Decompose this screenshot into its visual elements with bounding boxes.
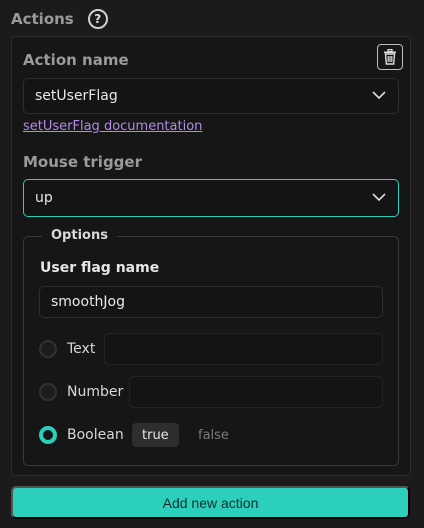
radio-boolean-label: Boolean [67,427,124,443]
options-legend: Options [42,228,117,243]
trash-icon [384,49,396,65]
radio-text-label: Text [67,341,96,357]
question-circle-icon[interactable]: ? [87,9,108,29]
mouse-trigger-value: up [35,190,53,206]
chevron-down-icon [372,91,386,100]
boolean-false-option[interactable]: false [198,428,229,443]
user-flag-name-input[interactable]: smoothJog [39,286,383,318]
action-card: Action name setUserFlag setUserFlag docu… [11,36,411,476]
text-value-input[interactable] [104,333,383,365]
radio-number-label: Number [67,384,124,400]
chevron-down-icon [372,193,386,202]
mouse-trigger-select[interactable]: up [23,179,399,217]
mouse-trigger-label: Mouse trigger [23,153,142,171]
radio-number[interactable]: Number [39,376,123,408]
radio-boolean-button[interactable] [39,426,57,444]
action-name-value: setUserFlag [35,88,118,104]
documentation-link[interactable]: setUserFlag documentation [23,119,202,134]
actions-header: Actions ? [11,8,108,30]
radio-number-button[interactable] [39,383,57,401]
user-flag-name-label: User flag name [40,260,160,276]
actions-title: Actions [11,10,74,28]
options-fieldset: Options User flag name smoothJog Text Nu… [23,228,399,466]
boolean-true-option[interactable]: true [132,423,179,447]
number-value-input[interactable] [129,376,383,408]
user-flag-name-value: smoothJog [51,294,126,310]
radio-boolean[interactable]: Boolean [39,419,124,451]
delete-action-button[interactable] [377,44,403,70]
add-new-action-button[interactable]: Add new action [11,486,410,519]
action-name-label: Action name [23,51,129,69]
radio-text-button[interactable] [39,340,57,358]
actions-panel: Actions ? Action name setUserFlag setUse… [0,0,424,528]
radio-text[interactable]: Text [39,333,95,365]
action-name-select[interactable]: setUserFlag [23,78,399,114]
